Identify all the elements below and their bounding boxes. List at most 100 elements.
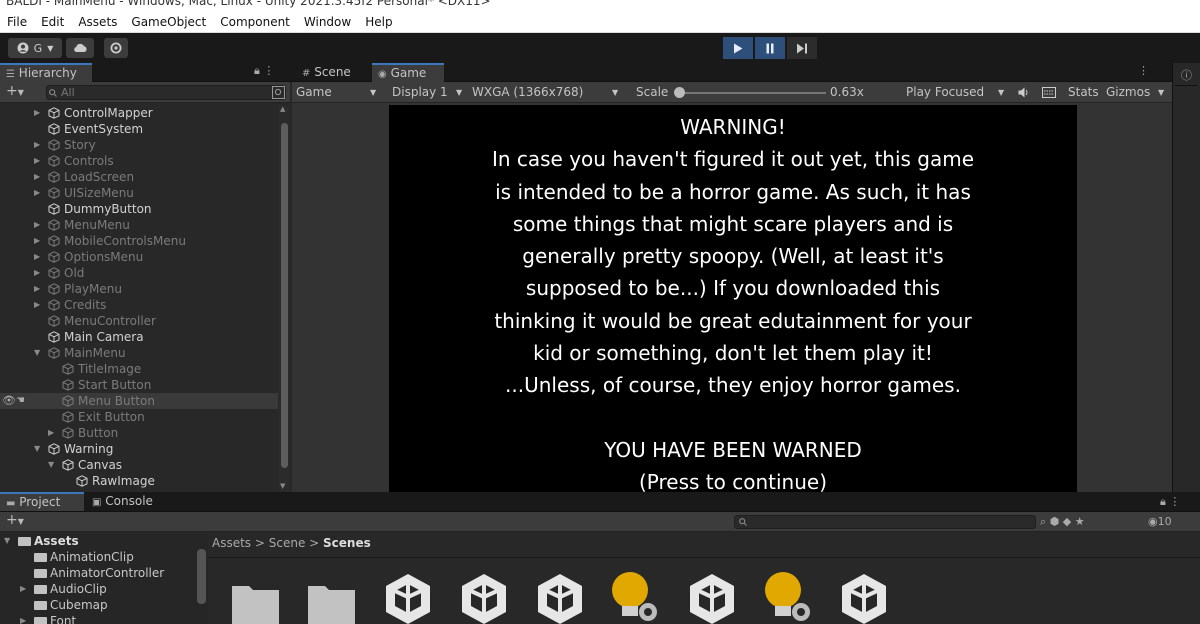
tab-project[interactable]: ▬ Project <box>0 492 84 511</box>
project-tree-item[interactable]: ▶ Font <box>0 613 208 624</box>
panel-menu-icon[interactable]: ⋮ <box>1138 64 1149 77</box>
pause-button[interactable] <box>755 37 785 59</box>
project-tree-item[interactable]: ▶ AudioClip <box>0 581 208 597</box>
play-mode-dropdown[interactable]: Play Focused ▼ <box>906 82 1010 103</box>
hierarchy-item[interactable]: ▶ PlayMenu <box>0 281 278 297</box>
expand-arrow-down-icon[interactable]: ▼ <box>34 441 44 457</box>
expand-arrow-right-icon[interactable]: ▶ <box>34 249 44 265</box>
unity-scene-icon[interactable] <box>837 568 891 624</box>
stats-button[interactable]: Stats <box>1068 82 1099 103</box>
expand-arrow-right-icon[interactable]: ▶ <box>48 425 58 441</box>
account-dropdown[interactable]: G ▼ <box>8 38 62 58</box>
unity-scene-icon[interactable] <box>533 568 587 624</box>
add-object-button[interactable]: +▼ <box>6 83 24 99</box>
lighting-settings-icon[interactable] <box>759 568 813 624</box>
shortcuts-button[interactable] <box>1042 82 1056 103</box>
create-asset-button[interactable]: +▼ <box>6 512 24 528</box>
project-tree-item[interactable]: AnimatorController <box>0 565 208 581</box>
project-tree-item[interactable]: Cubemap <box>0 597 208 613</box>
scroll-up-icon[interactable]: ▲ <box>280 105 285 113</box>
unity-scene-icon[interactable] <box>457 568 511 624</box>
project-lock-icon[interactable]: 🔒︎ ⋮ <box>1160 495 1180 509</box>
menu-component[interactable]: Component <box>213 12 297 33</box>
breadcrumb-item[interactable]: Scene <box>269 536 306 550</box>
hidden-count-badge[interactable]: ◉10 <box>1148 515 1172 528</box>
game-screen[interactable]: WARNING! In case you haven't figured it o… <box>389 105 1077 494</box>
expand-arrow-right-icon[interactable]: ▶ <box>34 297 44 313</box>
info-icon[interactable]: ⓘ <box>1181 67 1192 83</box>
expand-arrow-right-icon[interactable]: ▶ <box>34 185 44 201</box>
scale-slider-handle[interactable] <box>674 87 685 98</box>
hierarchy-item[interactable]: ▶ Controls <box>0 153 278 169</box>
hierarchy-item[interactable]: ▶ MenuMenu <box>0 217 278 233</box>
scroll-down-icon[interactable]: ▼ <box>280 482 285 490</box>
hierarchy-item[interactable]: ▶ MobileControlsMenu <box>0 233 278 249</box>
hierarchy-scrollbar[interactable] <box>279 105 290 492</box>
mute-audio-button[interactable] <box>1018 82 1030 103</box>
hierarchy-item[interactable]: ▶ ControlMapper <box>0 105 278 121</box>
hierarchy-item[interactable]: ▶ OptionsMenu <box>0 249 278 265</box>
unity-scene-icon[interactable] <box>685 568 739 624</box>
expand-arrow-down-icon[interactable]: ▼ <box>48 457 58 473</box>
hierarchy-item[interactable]: ▶ LoadScreen <box>0 169 278 185</box>
hierarchy-item[interactable]: ▶ Old <box>0 265 278 281</box>
step-button[interactable] <box>787 37 817 59</box>
expand-arrow-right-icon[interactable]: ▶ <box>20 581 26 597</box>
resolution-dropdown[interactable]: WXGA (1366x768) ▼ <box>472 82 622 103</box>
folder-icon[interactable] <box>305 568 359 624</box>
tab-hierarchy[interactable]: ☰ Hierarchy <box>0 63 92 82</box>
expand-arrow-right-icon[interactable]: ▶ <box>34 153 44 169</box>
expand-arrow-right-icon[interactable]: ▶ <box>34 169 44 185</box>
expand-arrow-right-icon[interactable]: ▶ <box>34 217 44 233</box>
hierarchy-item[interactable]: TitleImage <box>0 361 278 377</box>
menu-edit[interactable]: Edit <box>34 12 71 33</box>
hierarchy-item[interactable]: RawImage <box>0 473 278 489</box>
play-button[interactable] <box>723 37 753 59</box>
expand-arrow-right-icon[interactable]: ▶ <box>34 137 44 153</box>
hierarchy-item[interactable]: Main Camera <box>0 329 278 345</box>
filter-icons[interactable]: ⌕ ⬢ ◆ ★ <box>1040 515 1085 529</box>
menu-gameobject[interactable]: GameObject <box>124 12 213 33</box>
expand-arrow-right-icon[interactable]: ▶ <box>34 105 44 121</box>
tab-game[interactable]: ◉ Game <box>372 63 444 82</box>
expand-arrow-right-icon[interactable]: ▶ <box>34 281 44 297</box>
hierarchy-lock-icon[interactable]: 🔒︎ ⋮ <box>254 64 274 78</box>
project-tree-item[interactable]: AnimationClip <box>0 549 208 565</box>
menu-window[interactable]: Window <box>297 12 358 33</box>
project-tree-scrollbar[interactable] <box>197 549 206 604</box>
breadcrumb-item[interactable]: Assets <box>212 536 251 550</box>
scale-slider[interactable] <box>678 92 826 94</box>
hierarchy-search-input[interactable]: All <box>46 85 286 100</box>
game-mode-dropdown[interactable]: Game ▼ <box>296 82 380 103</box>
hierarchy-item[interactable]: ▼ Canvas <box>0 457 278 473</box>
hierarchy-item[interactable]: Menu Button 👁︎ ☚ <box>0 393 278 409</box>
hierarchy-item[interactable]: DummyButton <box>0 201 278 217</box>
hierarchy-item[interactable]: EventSystem <box>0 121 278 137</box>
hierarchy-item[interactable]: Start Button <box>0 377 278 393</box>
hierarchy-item[interactable]: ▶ Button <box>0 425 278 441</box>
unity-scene-icon[interactable] <box>381 568 435 624</box>
scrollbar-thumb[interactable] <box>281 123 288 468</box>
gizmos-dropdown[interactable]: Gizmos ▼ <box>1106 82 1166 103</box>
hierarchy-item[interactable]: ▶ Story <box>0 137 278 153</box>
tab-scene[interactable]: # Scene <box>296 63 372 82</box>
project-tree-item[interactable]: ▼ Assets <box>0 533 208 549</box>
collab-button[interactable] <box>104 38 128 58</box>
lighting-settings-icon[interactable] <box>606 568 660 624</box>
folder-icon[interactable] <box>229 568 283 624</box>
expand-arrow-right-icon[interactable]: ▶ <box>34 265 44 281</box>
hierarchy-item[interactable]: ▶ Credits <box>0 297 278 313</box>
visibility-eye-icon[interactable]: 👁︎ <box>2 393 16 409</box>
hierarchy-item[interactable]: ▶ UISizeMenu <box>0 185 278 201</box>
hierarchy-item[interactable]: Exit Button <box>0 409 278 425</box>
hierarchy-item[interactable]: MenuController <box>0 313 278 329</box>
menu-assets[interactable]: Assets <box>71 12 124 33</box>
menu-file[interactable]: File <box>0 12 34 33</box>
project-search-input[interactable] <box>734 515 1036 529</box>
pickable-hand-icon[interactable]: ☚ <box>16 393 25 409</box>
breadcrumb-item[interactable]: Scenes <box>323 536 371 550</box>
menu-help[interactable]: Help <box>358 12 399 33</box>
tab-console[interactable]: ▣ Console <box>86 492 170 511</box>
hierarchy-item[interactable]: ▼ Warning <box>0 441 278 457</box>
display-dropdown[interactable]: Display 1 ▼ <box>392 82 466 103</box>
